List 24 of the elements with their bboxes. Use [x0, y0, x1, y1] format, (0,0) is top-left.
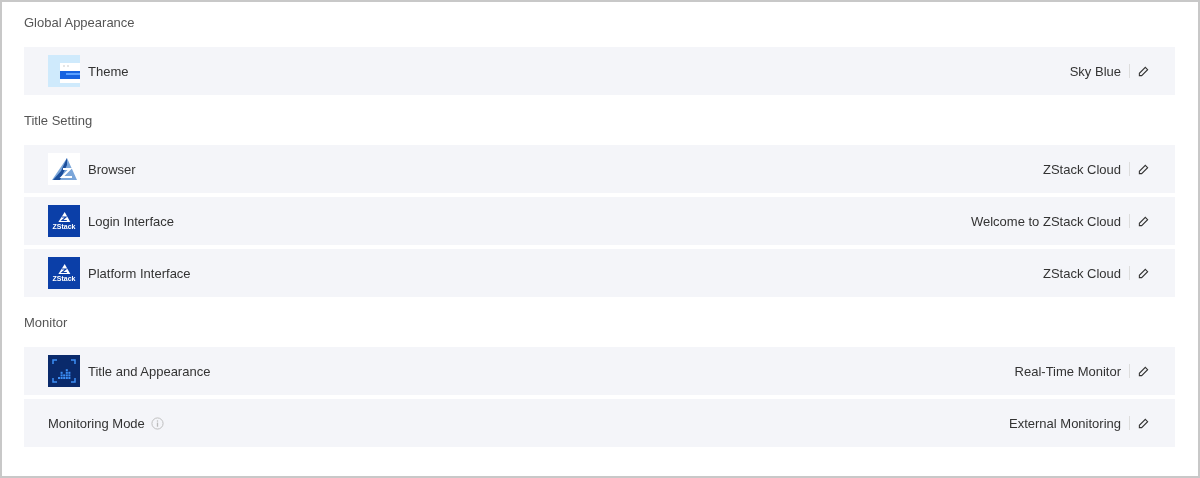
setting-value: Sky Blue	[1069, 63, 1121, 79]
setting-value: Welcome to ZStack Cloud	[970, 213, 1121, 229]
setting-label: Title and Appearance	[88, 363, 211, 379]
setting-value: External Monitoring	[1009, 415, 1121, 431]
monitor-icon	[48, 355, 80, 387]
theme-icon	[48, 55, 80, 87]
setting-value: Real-Time Monitor	[1014, 363, 1121, 379]
pencil-icon	[1138, 417, 1149, 429]
setting-value: ZStack Cloud	[1042, 161, 1121, 177]
pencil-icon	[1138, 65, 1149, 77]
section-title: Monitor	[24, 314, 69, 332]
setting-label: Browser	[88, 161, 136, 177]
pencil-icon	[1138, 365, 1149, 377]
logo-icon	[48, 153, 80, 185]
setting-label: Login Interface	[88, 213, 174, 229]
pencil-icon	[1138, 267, 1149, 279]
setting-label: Monitoring Mode	[48, 415, 145, 431]
pencil-icon	[1138, 215, 1149, 227]
setting-value: ZStack Cloud	[1042, 265, 1121, 281]
setting-label: Theme	[88, 63, 129, 79]
setting-label: Platform Interface	[88, 265, 191, 281]
pencil-icon	[1138, 163, 1149, 175]
section-title: Global Appearance	[24, 14, 136, 32]
section-title: Title Setting	[24, 112, 94, 130]
